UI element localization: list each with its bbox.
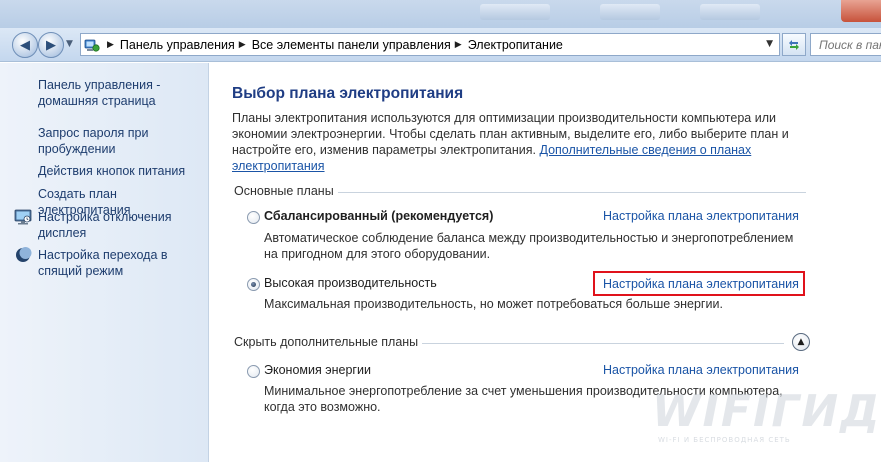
blurred-toolbar: [600, 4, 660, 20]
collapse-plans-button[interactable]: ▲: [792, 333, 810, 351]
plan-high-performance-settings-link[interactable]: Настройка плана электропитания: [603, 277, 799, 291]
page-title: Выбор плана электропитания: [232, 85, 464, 102]
plan-high-performance-radio[interactable]: [247, 278, 260, 291]
blurred-toolbar: [700, 4, 760, 20]
breadcrumb-separator-icon[interactable]: ▶: [451, 40, 468, 50]
forward-arrow-icon: ▶: [46, 37, 56, 53]
breadcrumb-separator-icon[interactable]: ▶: [235, 40, 252, 50]
plan-high-performance-description: Максимальная производительность, но може…: [264, 297, 723, 311]
window-top-strip: [0, 0, 881, 28]
breadcrumb-separator-icon[interactable]: ▶: [103, 40, 120, 50]
address-history-dropdown-icon[interactable]: ▼: [766, 39, 773, 49]
section-divider: [422, 343, 784, 344]
breadcrumb-control-panel[interactable]: Панель управления: [120, 38, 235, 52]
refresh-icon: [789, 39, 799, 50]
back-button[interactable]: ◀: [12, 32, 38, 58]
plan-balanced-name[interactable]: Сбалансированный (рекомендуется): [264, 209, 493, 223]
plan-power-saver-settings-link[interactable]: Настройка плана электропитания: [603, 363, 799, 377]
watermark-logo: WIFIГИД WI-FI И БЕСПРОВОДНАЯ СЕТЬ: [652, 386, 881, 448]
moon-icon: [14, 246, 32, 264]
section-hide-plans: Скрыть дополнительные планы: [234, 335, 419, 349]
search-box[interactable]: [810, 33, 881, 56]
intro-text: Планы электропитания используются для оп…: [232, 111, 789, 173]
sidebar-item-wake-password[interactable]: Запрос пароля при пробуждении: [38, 125, 203, 157]
back-arrow-icon: ◀: [20, 37, 30, 53]
section-divider: [338, 192, 806, 193]
plan-power-saver-radio[interactable]: [247, 365, 260, 378]
search-input[interactable]: [819, 37, 881, 52]
forward-button[interactable]: ▶: [38, 32, 64, 58]
plan-balanced-radio[interactable]: [247, 211, 260, 224]
section-main-plans: Основные планы: [234, 184, 334, 198]
plan-balanced-description: Автоматическое соблюдение баланса между …: [264, 231, 794, 261]
sidebar-item-power-buttons[interactable]: Действия кнопок питания: [38, 163, 203, 179]
breadcrumb-all-items[interactable]: Все элементы панели управления: [252, 38, 451, 52]
sidebar-item-display-off[interactable]: Настройка отключения дисплея: [38, 209, 203, 241]
sidebar-item-home[interactable]: Панель управления - домашняя страница: [38, 77, 203, 109]
plan-power-saver-name[interactable]: Экономия энергии: [264, 363, 371, 377]
watermark-subtitle: WI-FI И БЕСПРОВОДНАЯ СЕТЬ: [658, 436, 791, 444]
recent-pages-dropdown-icon[interactable]: ▼: [66, 39, 73, 49]
plan-balanced-settings-link[interactable]: Настройка плана электропитания: [603, 209, 799, 223]
refresh-button[interactable]: [782, 33, 806, 56]
breadcrumb-power-options[interactable]: Электропитание: [468, 38, 563, 52]
address-bar[interactable]: ▶ Панель управления ▶ Все элементы панел…: [80, 33, 780, 56]
navigation-bar: ◀ ▶ ▼ ▶ Панель управления ▶ Все элементы…: [0, 28, 881, 62]
sidebar: Панель управления - домашняя страница За…: [0, 63, 209, 462]
watermark-title: WIFIГИД: [652, 386, 881, 437]
close-button[interactable]: [841, 0, 881, 22]
chevron-up-icon: ▲: [797, 337, 805, 347]
blurred-toolbar: [480, 4, 550, 20]
control-panel-icon: [81, 34, 103, 55]
display-icon: [14, 208, 32, 226]
plan-high-performance-name[interactable]: Высокая производительность: [264, 276, 437, 290]
sidebar-item-sleep[interactable]: Настройка перехода в спящий режим: [38, 247, 203, 279]
